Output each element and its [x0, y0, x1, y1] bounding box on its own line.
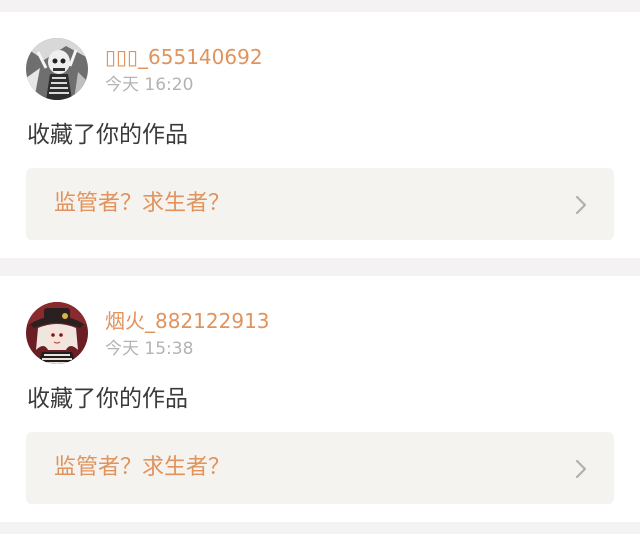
notification-feed: ▯▯▯_655140692 今天 16:20 收藏了你的作品 监管者？求生者？ — [0, 0, 640, 534]
work-title: 监管者？求生者？ — [54, 191, 231, 216]
work-title: 监管者？求生者？ — [54, 455, 231, 480]
action-text: 收藏了你的作品 — [27, 386, 188, 412]
chevron-right-icon — [575, 195, 587, 215]
anime-girl-avatar-icon — [26, 302, 88, 364]
avatar[interactable] — [26, 302, 88, 364]
skeleton-avatar-icon — [26, 38, 88, 100]
notification-card: ▯▯▯_655140692 今天 16:20 收藏了你的作品 监管者？求生者？ — [0, 12, 640, 258]
chevron-right-icon — [575, 459, 587, 479]
avatar[interactable] — [26, 38, 88, 100]
timestamp: 今天 16:20 — [105, 75, 194, 95]
username-link[interactable]: 烟火_882122913 — [105, 308, 270, 334]
work-link-card[interactable]: 监管者？求生者？ — [26, 168, 614, 240]
action-text: 收藏了你的作品 — [27, 122, 188, 148]
notification-card: 烟火_882122913 今天 15:38 收藏了你的作品 监管者？求生者？ — [0, 276, 640, 522]
work-link-card[interactable]: 监管者？求生者？ — [26, 432, 614, 504]
timestamp: 今天 15:38 — [105, 339, 194, 359]
username-link[interactable]: ▯▯▯_655140692 — [105, 44, 263, 70]
